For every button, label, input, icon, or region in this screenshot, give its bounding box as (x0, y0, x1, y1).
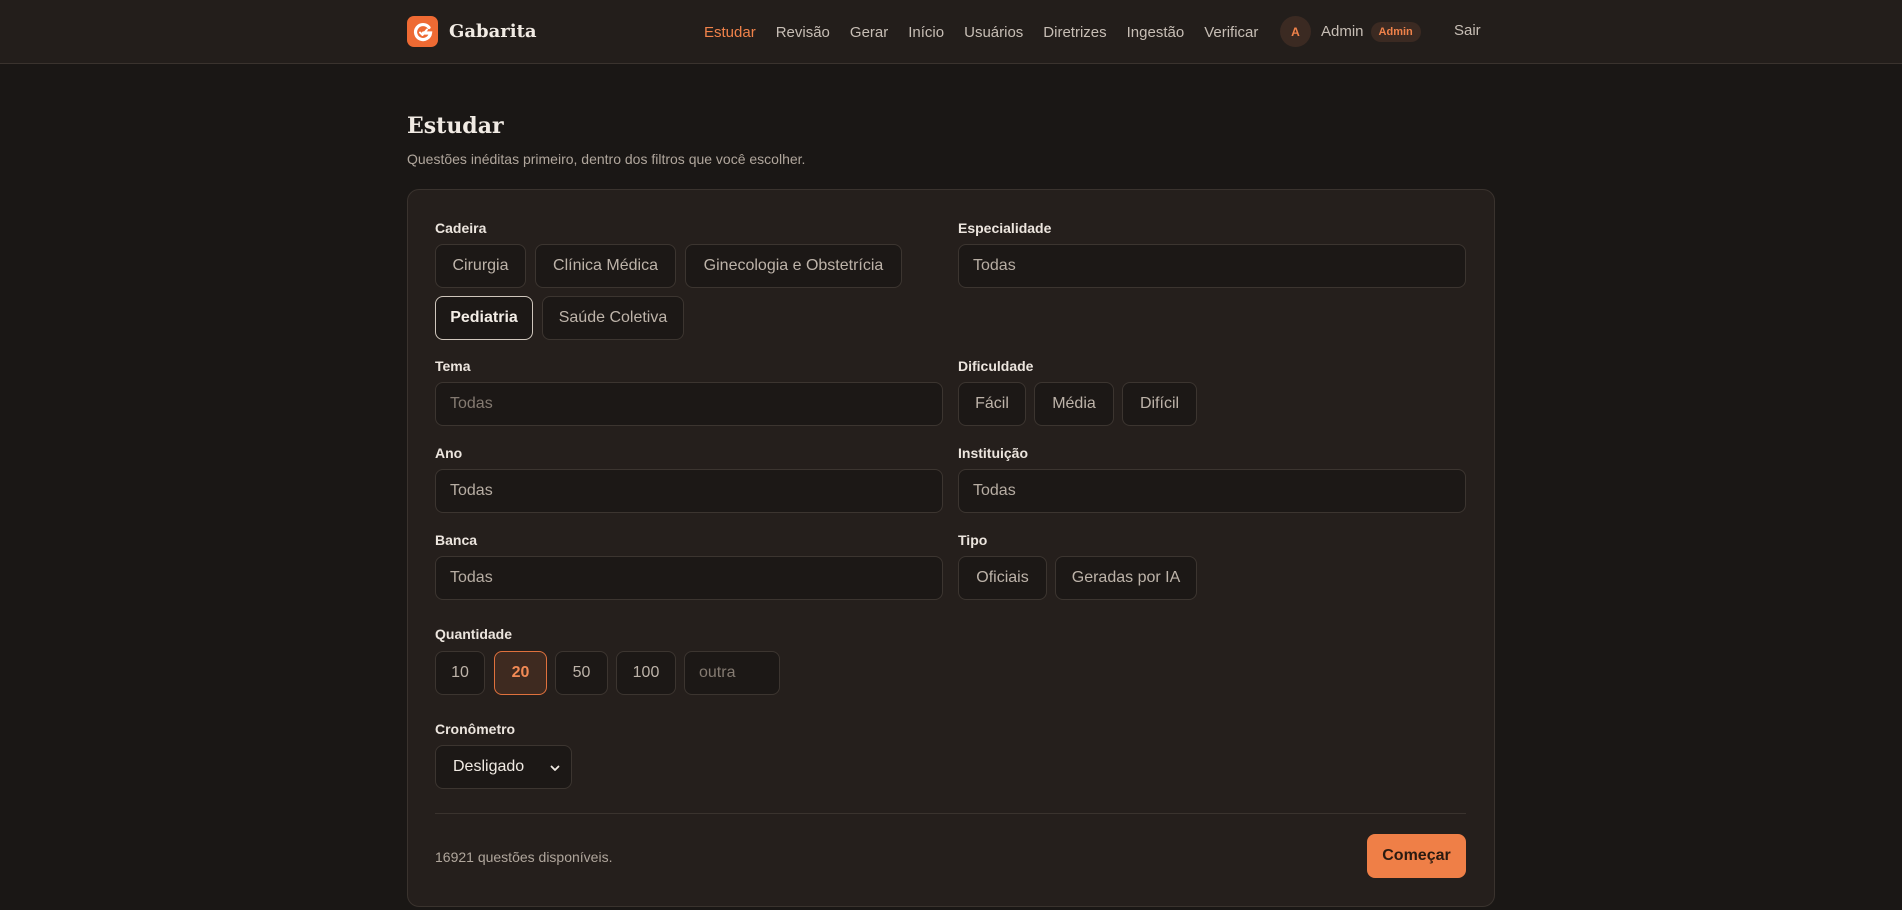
banca-label: Banca (435, 532, 478, 548)
tipo-label: Tipo (958, 532, 988, 548)
tema-label: Tema (435, 358, 471, 374)
cadeira-chip-cirurgia[interactable]: Cirurgia (435, 244, 526, 288)
page-title: Estudar (407, 113, 504, 139)
quantidade-label: Quantidade (435, 626, 513, 642)
nav-item-inicio[interactable]: Início (908, 24, 944, 41)
nav-item-verificar[interactable]: Verificar (1204, 24, 1258, 41)
divider (435, 813, 1466, 814)
nav-item-gerar[interactable]: Gerar (850, 24, 888, 41)
cronometro-label: Cronômetro (435, 721, 516, 737)
cadeira-chip-saude-coletiva[interactable]: Saúde Coletiva (542, 296, 684, 340)
nav-item-usuarios[interactable]: Usuários (964, 24, 1023, 41)
nav-item-revisao[interactable]: Revisão (776, 24, 830, 41)
quantidade-chip-20[interactable]: 20 (494, 651, 547, 695)
cadeira-chip-clinica-medica[interactable]: Clínica Médica (535, 244, 676, 288)
dificuldade-chip-facil[interactable]: Fácil (958, 382, 1026, 426)
role-badge: Admin (1370, 21, 1421, 42)
tipo-chip-geradas-ia[interactable]: Geradas por IA (1055, 556, 1197, 600)
logout-button[interactable]: Sair (1454, 22, 1481, 39)
brand[interactable]: Gabarita (407, 16, 537, 47)
quantidade-custom-input[interactable]: outra (684, 651, 780, 695)
cadeira-chip-pediatria[interactable]: Pediatria (435, 296, 533, 340)
user-name: Admin (1321, 23, 1364, 40)
especialidade-field[interactable]: Todas (958, 244, 1466, 288)
quantidade-chip-10[interactable]: 10 (435, 651, 485, 695)
nav-item-ingestao[interactable]: Ingestão (1127, 24, 1185, 41)
nav-item-diretrizes[interactable]: Diretrizes (1043, 24, 1106, 41)
cronometro-select[interactable]: Desligado (435, 745, 572, 789)
ano-label: Ano (435, 445, 463, 461)
top-navigation-bar: Gabarita Estudar Revisão Gerar Início Us… (0, 0, 1902, 64)
gabarita-logo-icon (407, 16, 438, 47)
tipo-chip-oficiais[interactable]: Oficiais (958, 556, 1047, 600)
avatar: A (1280, 16, 1311, 47)
dificuldade-chip-media[interactable]: Média (1034, 382, 1114, 426)
nav-item-estudar[interactable]: Estudar (704, 24, 756, 41)
main-nav: Estudar Revisão Gerar Início Usuários Di… (704, 0, 1278, 64)
cadeira-label: Cadeira (435, 220, 487, 236)
ano-field[interactable]: Todas (435, 469, 943, 513)
cadeira-chip-ginecologia-obstetricia[interactable]: Ginecologia e Obstetrícia (685, 244, 902, 288)
page-subtitle: Questões inéditas primeiro, dentro dos f… (407, 151, 806, 167)
quantidade-chip-100[interactable]: 100 (616, 651, 676, 695)
instituicao-label: Instituição (958, 445, 1029, 461)
brand-name: Gabarita (449, 21, 537, 42)
available-questions-count: 16921 questões disponíveis. (435, 849, 613, 865)
tema-input[interactable]: Todas (435, 382, 943, 426)
cronometro-value: Desligado (453, 758, 525, 775)
quantidade-chip-50[interactable]: 50 (555, 651, 608, 695)
instituicao-field[interactable]: Todas (958, 469, 1466, 513)
user-menu[interactable]: A Admin Admin (1280, 16, 1421, 47)
especialidade-label: Especialidade (958, 220, 1052, 236)
start-button[interactable]: Começar (1367, 834, 1466, 878)
banca-field[interactable]: Todas (435, 556, 943, 600)
dificuldade-chip-dificil[interactable]: Difícil (1122, 382, 1197, 426)
study-filters-card: Cadeira Cirurgia Clínica Médica Ginecolo… (407, 189, 1495, 907)
dificuldade-label: Dificuldade (958, 358, 1034, 374)
chevron-down-icon (549, 761, 561, 779)
